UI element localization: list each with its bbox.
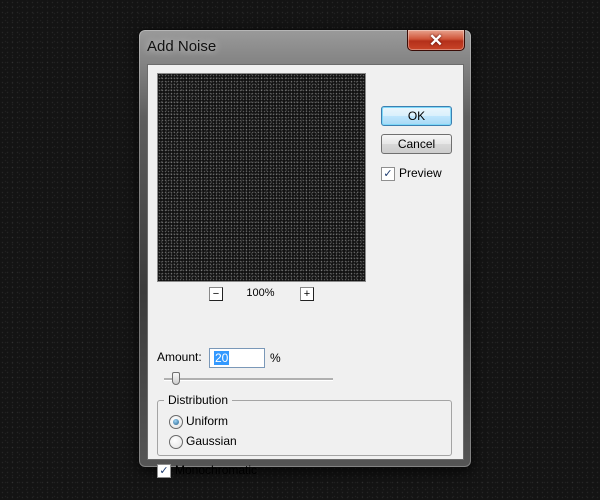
add-noise-dialog: Add Noise ✕ − 100% + OK Cancel ✓ Preview… [138,29,472,478]
close-button[interactable]: ✕ [407,30,465,51]
distribution-legend: Distribution [164,393,233,407]
amount-slider-track[interactable] [164,378,333,381]
gaussian-radio[interactable] [169,435,183,449]
monochromatic-checkbox[interactable]: ✓ [157,464,171,478]
close-icon: ✕ [428,30,444,50]
gaussian-label[interactable]: Gaussian [186,434,237,448]
preview-checkbox[interactable]: ✓ [381,167,395,181]
uniform-label[interactable]: Uniform [186,414,228,428]
preview-label[interactable]: Preview [399,166,442,180]
uniform-radio[interactable] [169,415,183,429]
ok-button[interactable]: OK [381,106,452,126]
zoom-out-button[interactable]: − [209,287,223,301]
noise-preview-image[interactable] [157,73,366,282]
monochromatic-label[interactable]: Monochromatic [175,463,257,477]
dialog-title: Add Noise [147,38,217,55]
checkmark-icon: ✓ [159,464,169,477]
plus-icon: + [303,287,311,300]
amount-input[interactable]: 20 [209,348,265,368]
zoom-level: 100% [246,287,275,299]
amount-slider-thumb[interactable] [172,372,180,385]
checkmark-icon: ✓ [383,167,393,180]
zoom-in-button[interactable]: + [300,287,314,301]
cancel-button[interactable]: Cancel [381,134,452,154]
minus-icon: − [212,287,220,300]
dialog-body: − 100% + OK Cancel ✓ Preview Amount: 20 … [147,64,464,478]
percent-unit: % [270,351,281,365]
amount-value: 20 [214,351,230,365]
amount-label: Amount: [157,350,202,364]
title-bar[interactable]: Add Noise ✕ [139,30,471,63]
